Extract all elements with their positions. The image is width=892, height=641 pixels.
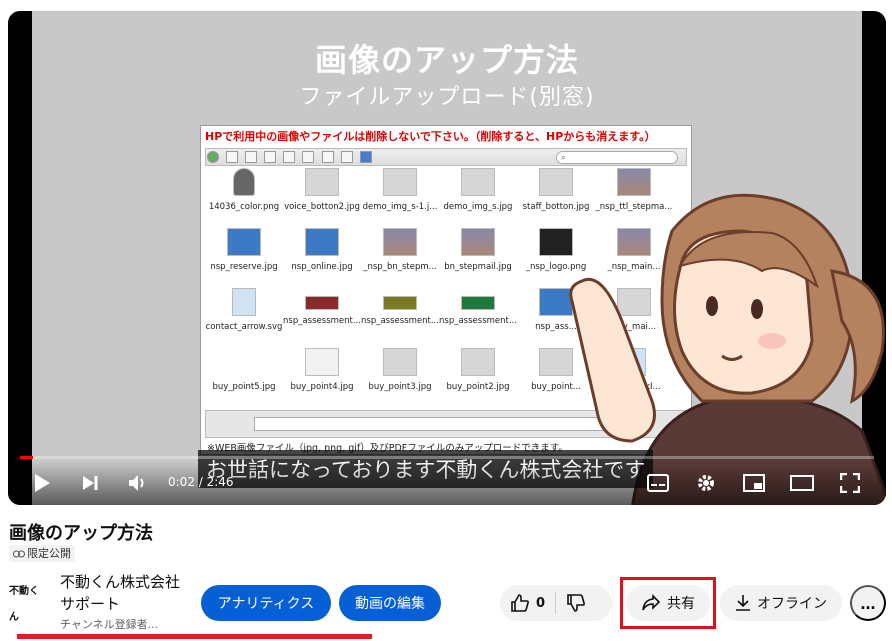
file-name: _nsp_bn_stepm... <box>363 262 437 272</box>
file-thumbnail <box>305 168 339 196</box>
page-title: 画像のアップ方法 <box>9 523 153 544</box>
fullscreen-icon[interactable] <box>836 469 864 497</box>
file-item: voice_botton2.jpg <box>283 168 361 224</box>
link-icon <box>13 550 25 557</box>
miniplayer-icon[interactable] <box>740 469 768 497</box>
file-name: buy_point3.jpg <box>368 382 432 392</box>
toolbar-icon <box>302 151 315 163</box>
toolbar-icon <box>264 151 277 163</box>
share-highlight-annotation <box>620 577 716 629</box>
file-item: demo_img_s.jpg <box>439 168 517 224</box>
video-frame[interactable]: 画像のアップ方法 ファイルアップロード(別窓) HPで利用中の画像やファイルは削… <box>32 11 886 505</box>
like-button[interactable]: 0 <box>500 585 555 621</box>
file-thumbnail <box>305 296 339 310</box>
progress-bar[interactable] <box>20 456 874 459</box>
file-item: nsp_assessment... <box>283 288 361 344</box>
file-name: buy_point5.jpg <box>212 382 276 392</box>
file-item: _nsp_bn_stepm... <box>361 228 439 284</box>
file-thumbnail <box>305 228 339 256</box>
file-thumbnail <box>461 296 495 310</box>
play-icon[interactable] <box>28 469 56 497</box>
file-thumbnail <box>227 348 261 376</box>
file-name: nsp_online.jpg <box>291 262 353 272</box>
offline-download-button[interactable]: オフライン <box>720 585 842 621</box>
toolbar-icon <box>245 151 258 163</box>
file-manager-toolbar: ⌕ <box>205 148 687 166</box>
progress-fill <box>20 456 33 459</box>
more-actions-button[interactable]: ... <box>850 585 886 621</box>
next-icon[interactable] <box>76 469 104 497</box>
like-dislike-group: 0 <box>500 585 612 621</box>
file-item: demo_img_s-1.j... <box>361 168 439 224</box>
file-item: nsp_online.jpg <box>283 228 361 284</box>
file-item: buy_point2.jpg <box>439 348 517 404</box>
file-name: 14036_color.png <box>208 202 280 212</box>
file-thumbnail <box>227 228 261 256</box>
video-player[interactable]: 画像のアップ方法 ファイルアップロード(別窓) HPで利用中の画像やファイルは削… <box>8 11 886 505</box>
file-name: demo_img_s.jpg <box>443 202 513 212</box>
volume-icon[interactable] <box>124 469 152 497</box>
file-thumbnail <box>383 348 417 376</box>
file-name: demo_img_s-1.j... <box>362 202 438 212</box>
file-thumbnail <box>461 228 495 256</box>
video-subtitle-overlay: ファイルアップロード(別窓) <box>299 85 595 110</box>
file-thumbnail <box>305 348 339 376</box>
like-count: 0 <box>536 595 546 611</box>
toolbar-icon <box>321 151 334 163</box>
visibility-badge: 限定公開 <box>9 545 75 562</box>
file-name: bn_stepmail.jpg <box>444 262 512 272</box>
file-name: nsp_assessment... <box>283 316 361 326</box>
analytics-button[interactable]: アナリティクス <box>201 585 331 621</box>
file-name: nsp_assessment... <box>361 316 439 326</box>
file-name: contact_arrow.svg <box>205 322 283 332</box>
upload-icon <box>207 151 219 163</box>
toolbar-icon <box>226 151 239 163</box>
toolbar-icon <box>340 151 353 163</box>
file-item: contact_arrow.svg <box>205 288 283 344</box>
file-name: voice_botton2.jpg <box>284 202 360 212</box>
subscriber-count: チャンネル登録者... <box>60 618 159 631</box>
file-item: buy_point3.jpg <box>361 348 439 404</box>
video-title-overlay: 画像のアップ方法 <box>314 41 579 79</box>
file-item: nsp_assessment... <box>439 288 517 344</box>
file-item: bn_stepmail.jpg <box>439 228 517 284</box>
file-manager-search: ⌕ <box>556 151 678 164</box>
file-thumbnail <box>383 228 417 256</box>
file-thumbnail <box>383 296 417 310</box>
file-name: nsp_reserve.jpg <box>210 262 278 272</box>
thumbs-down-icon <box>567 594 585 612</box>
file-thumbnail <box>233 168 255 196</box>
settings-icon[interactable] <box>692 469 720 497</box>
thumbs-up-icon <box>511 594 529 612</box>
toolbar-icon <box>283 151 296 163</box>
info-icon <box>359 151 372 163</box>
file-item: nsp_reserve.jpg <box>205 228 283 284</box>
file-manager-warning: HPで利用中の画像やファイルは削除しないで下さい。（削除すると、HPからも消えま… <box>205 130 656 143</box>
time-display: 0:02 / 2:46 <box>168 475 234 489</box>
file-thumbnail <box>232 288 256 316</box>
file-thumbnail <box>461 168 495 196</box>
file-name: nsp_assessment... <box>439 316 517 326</box>
subtitles-icon[interactable] <box>644 469 672 497</box>
offline-label: オフライン <box>757 595 827 611</box>
file-name: buy_point4.jpg <box>290 382 354 392</box>
file-name: buy_point2.jpg <box>446 382 510 392</box>
file-thumbnail <box>461 348 495 376</box>
file-item: buy_point5.jpg <box>205 348 283 404</box>
file-thumbnail <box>383 168 417 196</box>
visibility-label: 限定公開 <box>27 547 71 560</box>
dislike-button[interactable] <box>556 585 596 621</box>
file-item: buy_point4.jpg <box>283 348 361 404</box>
red-underline-annotation <box>17 634 372 639</box>
edit-video-button[interactable]: 動画の編集 <box>339 585 441 621</box>
file-item: nsp_assessment... <box>361 288 439 344</box>
file-item: 14036_color.png <box>205 168 283 224</box>
theater-icon[interactable] <box>788 469 816 497</box>
video-info: 画像のアップ方法 限定公開 不動くん 不動くん株式会社サポート チャンネル登録者… <box>0 505 892 641</box>
channel-name[interactable]: 不動くん株式会社サポート <box>60 571 180 615</box>
download-icon <box>736 595 750 611</box>
player-controls: 0:02 / 2:46 <box>8 461 886 505</box>
avatar[interactable]: 不動くん <box>9 579 47 623</box>
more-icon: ... <box>860 592 876 613</box>
